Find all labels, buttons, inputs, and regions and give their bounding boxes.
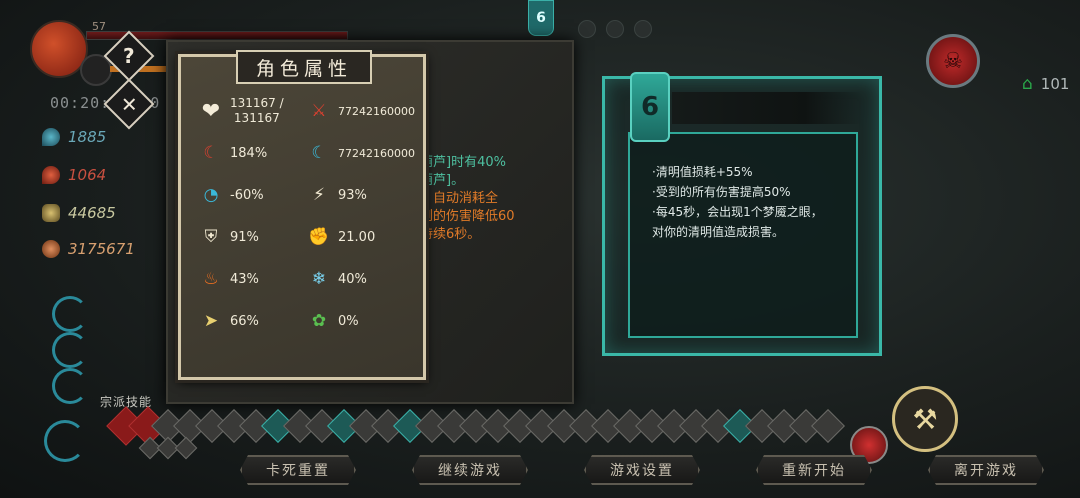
house-icon: ⌂: [1022, 74, 1033, 94]
fist-icon: ✊: [308, 227, 330, 247]
close-icon: ✕: [120, 91, 138, 116]
curse-effects: ·清明值损耗+55% ·受到的所有伤害提高50% ·每45秒，会出现1个梦魇之眼…: [652, 165, 823, 239]
status-icon: [606, 20, 624, 38]
armor-break-icon: ⚡: [313, 185, 325, 205]
resource-soul: 44685: [42, 204, 116, 222]
swirl-icon: [44, 420, 86, 462]
background-description: 葫芦]时有40% 葫芦]。 ：自动消耗全 到的伤害降低60 持续6秒。: [420, 155, 515, 242]
leave-button[interactable]: 离开游戏: [928, 455, 1044, 485]
settings-button[interactable]: 游戏设置: [584, 455, 700, 485]
heart-icon: ❤: [201, 98, 221, 124]
hp-value: 57: [92, 20, 106, 33]
panel-title: 角色属性: [236, 50, 372, 84]
swirl-icon: [52, 296, 88, 332]
swirl-icon: [52, 332, 88, 368]
stat-power: 21.00: [338, 229, 376, 245]
status-icon: [634, 20, 652, 38]
stat-poison: 0%: [338, 313, 359, 329]
shield-icon: ⛨: [204, 227, 218, 247]
continue-button[interactable]: 继续游戏: [412, 455, 528, 485]
stat-fire: 43%: [230, 271, 259, 287]
resource-blue-flame: 1885: [42, 128, 106, 146]
blue-flame-icon: [42, 128, 60, 146]
skill-slot[interactable]: [174, 436, 198, 460]
stat-attack: 77242160000: [338, 104, 415, 118]
poison-icon: ✿: [311, 311, 327, 331]
speed-icon: ➤: [203, 311, 219, 331]
stat-crit-damage: 184%: [230, 145, 268, 161]
stat-ice: 40%: [338, 271, 367, 287]
resource-red-flame: 1064: [42, 166, 106, 184]
stat-special-attack: 77242160000: [338, 146, 415, 160]
brush-stroke: [672, 92, 862, 124]
stat-health: 131167 /131167: [230, 96, 284, 125]
stat-defense: 91%: [230, 229, 259, 245]
cooldown-icon: ◔: [203, 185, 219, 205]
skull-icon[interactable]: ☠: [926, 34, 980, 88]
skills-bar: [106, 406, 866, 460]
stat-speed: 66%: [230, 313, 259, 329]
swirl-icon: [52, 368, 88, 404]
level-badge: 6: [528, 0, 554, 36]
house-counter: ⌂ 101: [1022, 74, 1070, 94]
red-flame-icon: [42, 166, 60, 184]
cyan-claw-icon: ☾: [311, 143, 327, 163]
restart-button[interactable]: 重新开始: [756, 455, 872, 485]
skill-slot[interactable]: [811, 409, 845, 443]
crit-claw-icon: ☾: [203, 143, 219, 163]
curse-level: 6: [630, 72, 670, 142]
coin-icon: [42, 240, 60, 258]
stat-cooldown: -60%: [230, 187, 264, 203]
question-icon: ?: [123, 43, 135, 68]
resource-coin: 3175671: [42, 240, 135, 258]
snowflake-icon: ❄: [311, 269, 327, 289]
hammer-icon[interactable]: ⚒: [892, 386, 958, 452]
close-button[interactable]: ✕: [103, 78, 155, 130]
status-icon: [578, 20, 596, 38]
sword-icon: ⚔: [311, 101, 327, 121]
stat-armor-break: 93%: [338, 187, 367, 203]
soul-icon: [42, 204, 60, 222]
stuck-reset-button[interactable]: 卡死重置: [240, 455, 356, 485]
fire-icon: ♨: [203, 269, 219, 289]
